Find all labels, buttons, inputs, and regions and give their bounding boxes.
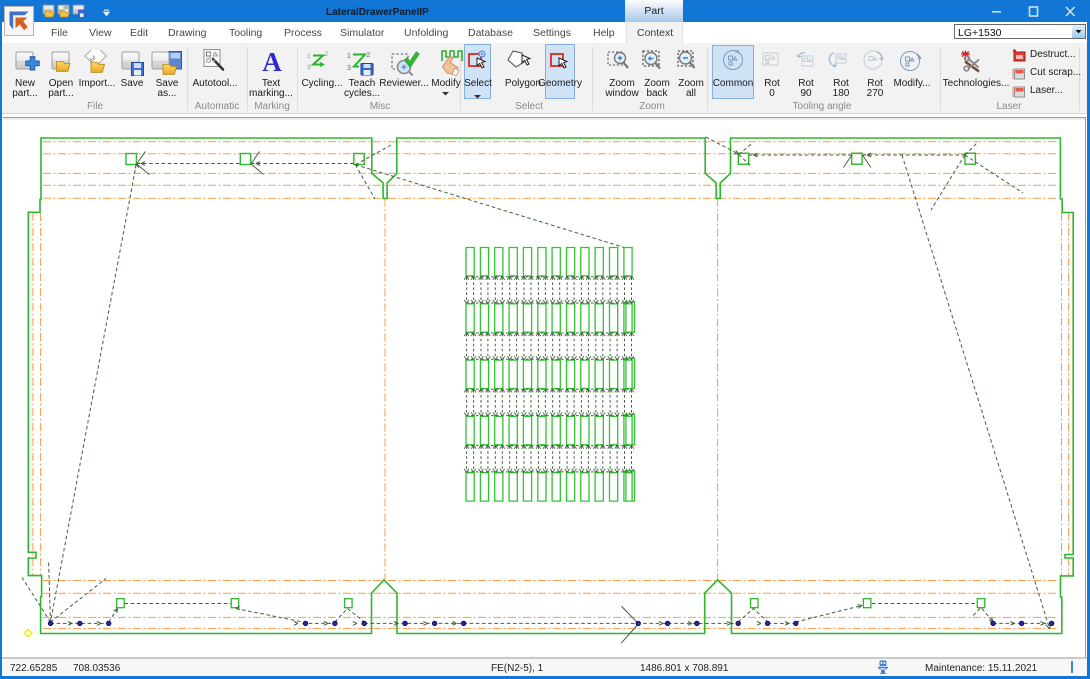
svg-text:1: 1: [347, 53, 351, 60]
svg-text:2: 2: [367, 52, 371, 59]
svg-text:3: 3: [347, 65, 351, 72]
svg-text:3: 3: [307, 64, 311, 71]
svg-text:1: 1: [307, 53, 311, 60]
svg-text:2: 2: [325, 51, 329, 58]
